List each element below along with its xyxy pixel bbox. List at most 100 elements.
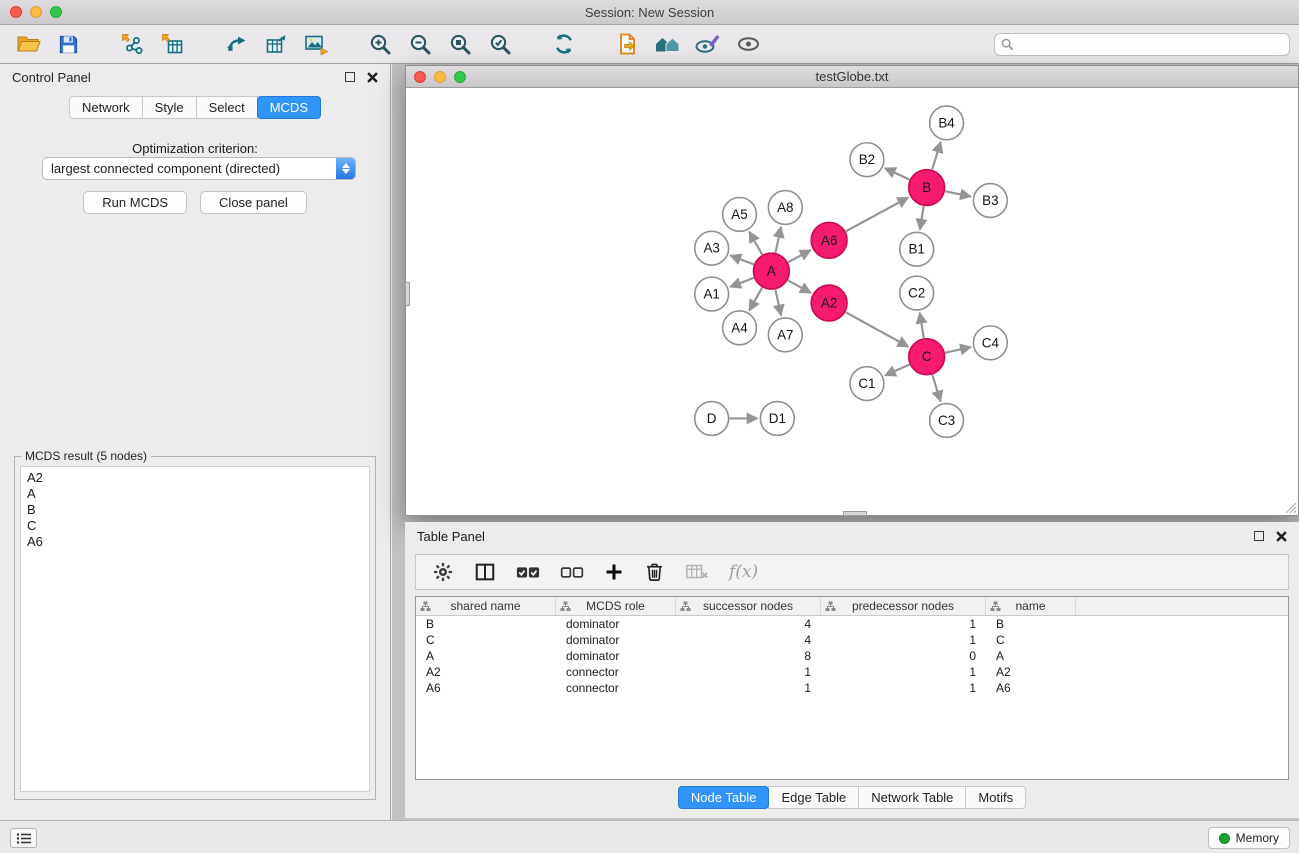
graph-node-C4[interactable]: C4 — [973, 326, 1007, 360]
table-tab-node-table[interactable]: Node Table — [678, 786, 770, 809]
column-header-name[interactable]: name — [986, 597, 1076, 615]
graph-node-A8[interactable]: A8 — [768, 191, 802, 225]
graph-edge-A-A8[interactable] — [775, 227, 781, 253]
zoom-window-icon[interactable] — [50, 6, 62, 18]
graph-node-C3[interactable]: C3 — [930, 404, 964, 438]
graph-edge-B-B3[interactable] — [945, 191, 971, 196]
close-panel-icon[interactable] — [367, 72, 378, 83]
network-graph[interactable]: B4B2BB3B1A5A8A6A3AA1A2C2A4A7C4CC1C3DD1 — [406, 89, 1298, 515]
zoom-selected-button[interactable] — [480, 27, 520, 61]
graph-node-B1[interactable]: B1 — [900, 232, 934, 266]
zoom-fit-button[interactable] — [440, 27, 480, 61]
table-row[interactable]: A2connector11A2 — [416, 664, 1288, 680]
network-zoom-icon[interactable] — [454, 71, 466, 83]
graph-node-A3[interactable]: A3 — [695, 231, 729, 265]
column-header-MCDS-role[interactable]: MCDS role — [556, 597, 676, 615]
graph-edge-A-A6[interactable] — [788, 250, 811, 262]
graph-edge-B-B1[interactable] — [920, 206, 924, 229]
table-row[interactable]: A6connector11A6 — [416, 680, 1288, 696]
optimization-criterion-select[interactable]: largest connected component (directed) — [42, 157, 356, 180]
save-session-button[interactable] — [48, 27, 88, 61]
network-close-icon[interactable] — [414, 71, 426, 83]
graph-node-A1[interactable]: A1 — [695, 277, 729, 311]
mcds-result-item[interactable]: C — [27, 518, 363, 534]
network-window-titlebar[interactable]: testGlobe.txt — [406, 66, 1298, 88]
graph-node-C1[interactable]: C1 — [850, 367, 884, 401]
graph-node-C[interactable]: C — [909, 339, 945, 375]
graph-edge-A2-C[interactable] — [846, 312, 909, 347]
graph-edge-B-B4[interactable] — [932, 142, 940, 170]
graph-node-B3[interactable]: B3 — [973, 184, 1007, 218]
column-header-successor-nodes[interactable]: successor nodes — [676, 597, 821, 615]
graph-edge-C-C1[interactable] — [885, 365, 909, 376]
minimize-window-icon[interactable] — [30, 6, 42, 18]
graph-edge-C-C2[interactable] — [920, 313, 924, 338]
tab-network[interactable]: Network — [69, 96, 143, 119]
status-menu-button[interactable] — [10, 828, 37, 848]
zoom-out-button[interactable] — [400, 27, 440, 61]
tab-select[interactable]: Select — [196, 96, 258, 119]
tab-style[interactable]: Style — [142, 96, 197, 119]
network-minimize-icon[interactable] — [434, 71, 446, 83]
export-image-button[interactable] — [296, 27, 336, 61]
graph-edge-A-A2[interactable] — [788, 280, 811, 293]
select-all-button[interactable] — [516, 563, 540, 581]
open-starter-panel-button[interactable] — [648, 27, 688, 61]
graph-edge-B-B2[interactable] — [885, 168, 910, 179]
table-tab-edge-table[interactable]: Edge Table — [768, 786, 859, 809]
import-network-button[interactable] — [112, 27, 152, 61]
splitter-grip-left[interactable] — [405, 282, 410, 306]
mcds-result-item[interactable]: A6 — [27, 534, 363, 550]
graph-node-B2[interactable]: B2 — [850, 143, 884, 177]
import-table-button[interactable] — [152, 27, 192, 61]
table-tab-network-table[interactable]: Network Table — [858, 786, 966, 809]
graph-node-B4[interactable]: B4 — [930, 106, 964, 140]
graph-edge-A-A7[interactable] — [775, 290, 781, 316]
splitter-grip-bottom[interactable] — [843, 511, 867, 516]
zoom-in-button[interactable] — [360, 27, 400, 61]
table-row[interactable]: Adominator80A — [416, 648, 1288, 664]
graph-node-D[interactable]: D — [695, 402, 729, 436]
table-row[interactable]: Bdominator41B — [416, 616, 1288, 632]
float-panel-icon[interactable] — [345, 72, 355, 82]
export-document-button[interactable] — [608, 27, 648, 61]
mcds-result-item[interactable]: A2 — [27, 470, 363, 486]
graph-edge-C-C3[interactable] — [932, 375, 940, 402]
mcds-result-item[interactable]: A — [27, 486, 363, 502]
column-chooser-button[interactable] — [474, 561, 496, 583]
function-builder-button[interactable]: f(x) — [729, 562, 758, 582]
column-header-predecessor-nodes[interactable]: predecessor nodes — [821, 597, 986, 615]
table-row[interactable]: Cdominator41C — [416, 632, 1288, 648]
graph-edge-A-A5[interactable] — [749, 232, 762, 255]
table-tab-motifs[interactable]: Motifs — [965, 786, 1026, 809]
graph-node-A7[interactable]: A7 — [768, 318, 802, 352]
graph-edge-A-A3[interactable] — [730, 255, 753, 264]
float-table-panel-icon[interactable] — [1254, 531, 1264, 541]
graph-edge-C-C4[interactable] — [945, 347, 971, 353]
memory-button[interactable]: Memory — [1208, 827, 1290, 849]
toggle-graphics-details-button[interactable] — [688, 27, 728, 61]
run-mcds-button[interactable]: Run MCDS — [83, 191, 187, 214]
import-network-from-table-button[interactable] — [256, 27, 296, 61]
graph-edge-A6-B[interactable] — [846, 197, 909, 231]
delete-column-button[interactable] — [644, 561, 665, 583]
search-field[interactable] — [994, 33, 1290, 56]
refresh-view-button[interactable] — [544, 27, 584, 61]
column-header-shared-name[interactable]: shared name — [416, 597, 556, 615]
graph-node-A4[interactable]: A4 — [723, 311, 757, 345]
graph-node-C2[interactable]: C2 — [900, 276, 934, 310]
graph-edge-A-A4[interactable] — [749, 288, 762, 311]
network-canvas[interactable]: B4B2BB3B1A5A8A6A3AA1A2C2A4A7C4CC1C3DD1 — [406, 89, 1298, 515]
graph-node-A2[interactable]: A2 — [811, 285, 847, 321]
graph-node-A[interactable]: A — [753, 253, 789, 289]
close-window-icon[interactable] — [10, 6, 22, 18]
close-panel-button[interactable]: Close panel — [200, 191, 307, 214]
tab-mcds[interactable]: MCDS — [257, 96, 321, 119]
search-input[interactable] — [1018, 38, 1283, 52]
graph-node-B[interactable]: B — [909, 170, 945, 206]
table-settings-button[interactable] — [432, 561, 454, 583]
resize-grip-icon[interactable] — [1284, 501, 1297, 514]
apply-layout-button[interactable] — [216, 27, 256, 61]
close-table-panel-icon[interactable] — [1276, 531, 1287, 542]
show-hide-panels-button[interactable] — [728, 27, 768, 61]
